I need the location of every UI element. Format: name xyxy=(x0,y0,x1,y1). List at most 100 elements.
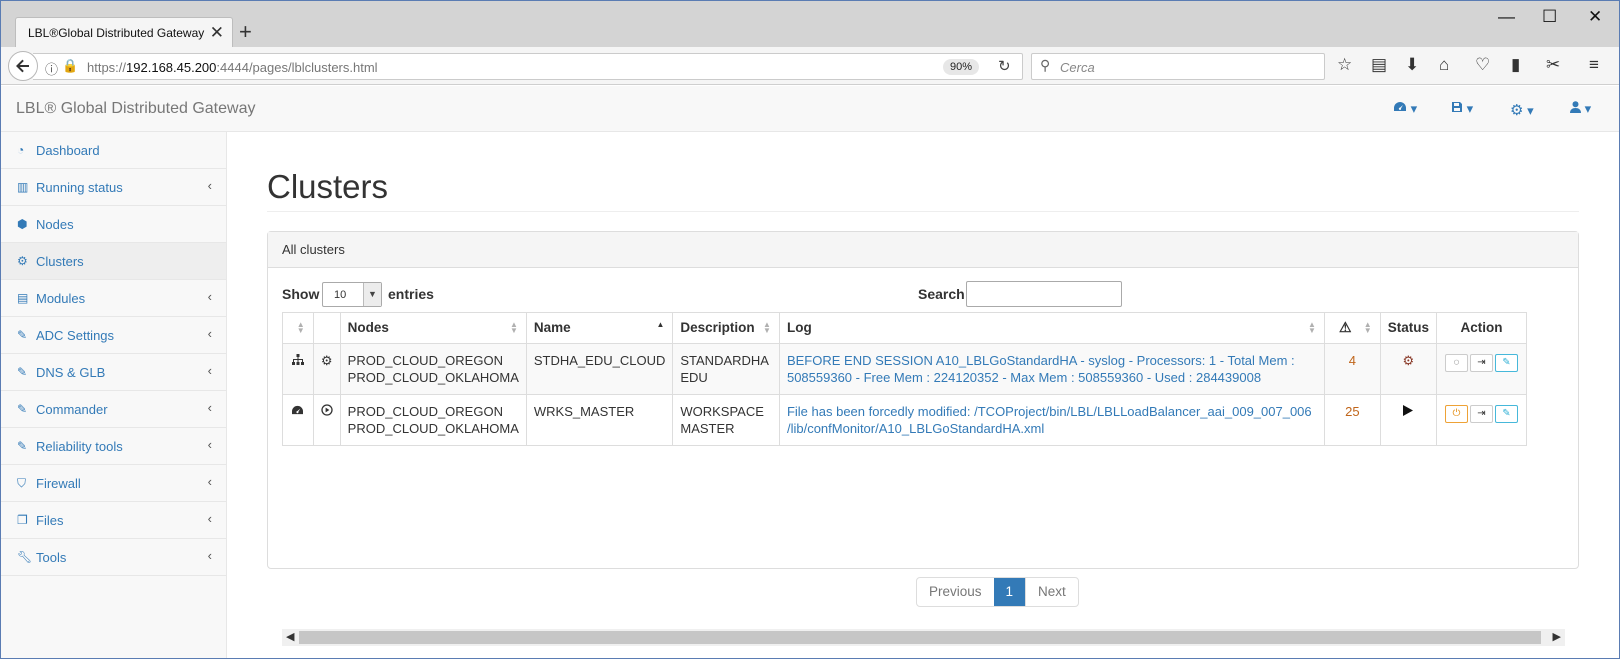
sidebar-item-firewall[interactable]: ⛉ Firewall ‹ xyxy=(1,465,226,502)
sidebar-item-reliability-tools[interactable]: ✎ Reliability tools ‹ xyxy=(1,428,226,465)
browser-navbar: ⓘ 🔒 https://192.168.45.200:4444/pages/lb… xyxy=(1,47,1619,85)
name-cell: WRKS_MASTER xyxy=(525,394,674,446)
sidebar-item-files[interactable]: ❐ Files ‹ xyxy=(1,502,226,539)
sort-icon: ▲ ▼ xyxy=(763,320,771,335)
action-cell: ⏻ ⇥ ✎ xyxy=(1435,394,1528,446)
sidebar-item-label: Clusters xyxy=(36,254,84,269)
user-dropdown[interactable]: ▾ xyxy=(1570,101,1591,117)
entries-label: entries xyxy=(388,286,434,302)
url-bar[interactable]: ⓘ 🔒 https://192.168.45.200:4444/pages/lb… xyxy=(33,53,1023,80)
loading-spinner-button[interactable]: ◌ xyxy=(1444,354,1468,372)
nodes-cell: PROD_CLOUD_OREGON PROD_CLOUD_OKLAHOMA xyxy=(339,343,527,395)
search-placeholder: Cerca xyxy=(1060,60,1095,75)
table-search-input[interactable] xyxy=(966,281,1122,307)
downloads-icon[interactable]: ⬇ xyxy=(1405,55,1419,75)
pagination: Previous 1 Next xyxy=(916,577,1079,607)
extension-icon[interactable]: ▮ xyxy=(1511,55,1520,75)
browser-tab[interactable]: LBL®Global Distributed Gateway ✕ xyxy=(15,17,233,47)
sidebar-item-modules[interactable]: ▤ Modules ‹ xyxy=(1,280,226,317)
user-icon xyxy=(1570,101,1581,113)
page-1-button[interactable]: 1 xyxy=(993,578,1026,606)
pocket-icon[interactable]: ♡ xyxy=(1475,55,1490,75)
scroll-right-icon[interactable]: ▶ xyxy=(1553,630,1561,643)
scrollbar-thumb[interactable] xyxy=(299,631,1541,644)
hamburger-menu-icon[interactable]: ≡ xyxy=(1589,55,1599,75)
sidebar-item-dns-glb[interactable]: ✎ DNS & GLB ‹ xyxy=(1,354,226,391)
column-header-log[interactable]: Log ▲ ▼ xyxy=(778,312,1325,344)
entries-select[interactable]: 10 ▼ xyxy=(322,282,382,307)
chevron-left-icon: ‹ xyxy=(207,178,212,193)
screenshot-icon[interactable]: ✂ xyxy=(1546,55,1560,75)
bookmark-star-icon[interactable]: ☆ xyxy=(1337,55,1352,75)
sidebar-item-label: Tools xyxy=(36,550,67,565)
sign-in-button[interactable]: ⇥ xyxy=(1469,354,1493,372)
sidebar-item-adc-settings[interactable]: ✎ ADC Settings ‹ xyxy=(1,317,226,354)
edit-button[interactable]: ✎ xyxy=(1494,405,1518,423)
column-header-description[interactable]: Description ▲ ▼ xyxy=(672,312,780,344)
close-tab-icon[interactable]: ✕ xyxy=(210,23,224,43)
chevron-left-icon: ‹ xyxy=(207,363,212,378)
cube-icon: ⬢ xyxy=(17,217,28,231)
new-tab-button[interactable]: + xyxy=(239,19,252,45)
scroll-left-icon[interactable]: ◀ xyxy=(286,630,294,643)
shield-icon: ⛉ xyxy=(17,476,27,490)
search-icon: ⚲ xyxy=(1040,57,1051,73)
insecure-lock-icon[interactable]: 🔒 xyxy=(62,58,78,74)
sidebar-item-label: Dashboard xyxy=(36,143,100,158)
back-button[interactable] xyxy=(8,51,38,81)
power-button[interactable]: ⏻ xyxy=(1444,405,1468,423)
column-header-alerts[interactable]: ⚠ ▲ ▼ xyxy=(1323,312,1381,344)
app-brand[interactable]: LBL® Global Distributed Gateway xyxy=(16,100,255,118)
settings-dropdown[interactable]: ⚙ ▾ xyxy=(1510,101,1534,119)
log-cell[interactable]: BEFORE END SESSION A10_LBLGoStandardHA -… xyxy=(778,343,1325,395)
dashboard-dropdown[interactable]: ▾ xyxy=(1393,101,1417,117)
name-cell: STDHA_EDU_CLOUD xyxy=(525,343,674,395)
browser-search-bar[interactable]: ⚲ Cerca xyxy=(1031,53,1325,80)
column-header-nodes[interactable]: Nodes ▲ ▼ xyxy=(339,312,527,344)
chevron-left-icon: ‹ xyxy=(207,511,212,526)
tab-title: LBL®Global Distributed Gateway xyxy=(28,26,205,40)
dashboard-icon xyxy=(282,394,314,446)
minimize-icon[interactable]: — xyxy=(1498,7,1515,27)
chevron-left-icon: ‹ xyxy=(207,289,212,304)
sidebar-item-commander[interactable]: ✎ Commander ‹ xyxy=(1,391,226,428)
sidebar-item-running-status[interactable]: ▥ Running status ‹ xyxy=(1,169,226,206)
warning-icon: ⚠ xyxy=(1338,319,1352,335)
zoom-level[interactable]: 90% xyxy=(943,59,979,75)
clusters-table: ▲ ▼ Nodes ▲ ▼ Name ▲ Description ▲ ▼ Log ▲ ▼ ⚠ ▲ ▼… xyxy=(282,312,1528,446)
column-header-mode xyxy=(312,312,341,344)
sidebar-item-nodes[interactable]: ⬢ Nodes xyxy=(1,206,226,243)
sort-ascending-icon: ▲ xyxy=(656,320,665,329)
main-content: Clusters All clusters Show 10 ▼ entries … xyxy=(227,132,1619,658)
alert-count[interactable]: 25 xyxy=(1323,394,1381,446)
chevron-left-icon: ‹ xyxy=(207,400,212,415)
list-icon: ▤ xyxy=(17,291,29,305)
horizontal-scrollbar[interactable]: ◀ ▶ xyxy=(282,629,1565,646)
alert-count[interactable]: 4 xyxy=(1323,343,1381,395)
reading-list-icon[interactable]: ▤ xyxy=(1371,55,1387,75)
reload-icon[interactable]: ↻ xyxy=(998,57,1011,75)
sign-in-button[interactable]: ⇥ xyxy=(1469,405,1493,423)
sort-icon: ▲ ▼ xyxy=(1363,320,1372,335)
sidebar-item-dashboard[interactable]: ◔ Dashboard xyxy=(1,132,226,169)
log-cell[interactable]: File has been forcedly modified: /TCOPro… xyxy=(778,394,1325,446)
next-page-button[interactable]: Next xyxy=(1025,578,1078,606)
sidebar-item-tools[interactable]: 🔧︎ Tools ‹ xyxy=(1,539,226,576)
sidebar-item-label: Running status xyxy=(36,180,123,195)
column-header-type[interactable]: ▲ ▼ xyxy=(282,312,314,344)
close-window-icon[interactable]: ✕ xyxy=(1588,7,1602,27)
description-cell: WORKSPACE MASTER xyxy=(672,394,780,446)
save-dropdown[interactable]: ▾ xyxy=(1451,101,1473,117)
edit-button[interactable]: ✎ xyxy=(1494,354,1518,372)
panel-heading: All clusters xyxy=(268,232,1578,268)
maximize-icon[interactable]: ☐ xyxy=(1542,7,1557,27)
sidebar-item-clusters[interactable]: ⚙ Clusters xyxy=(1,243,226,280)
browser-window: LBL®Global Distributed Gateway ✕ + — ☐ ✕… xyxy=(0,0,1620,659)
home-icon[interactable]: ⌂ xyxy=(1439,55,1449,75)
info-icon[interactable]: ⓘ xyxy=(45,59,58,78)
chevron-down-icon: ▼ xyxy=(363,283,381,306)
previous-page-button[interactable]: Previous xyxy=(917,578,994,606)
entries-select-value: 10 xyxy=(334,289,347,301)
column-header-name[interactable]: Name ▲ xyxy=(525,312,674,344)
chevron-left-icon: ‹ xyxy=(207,437,212,452)
